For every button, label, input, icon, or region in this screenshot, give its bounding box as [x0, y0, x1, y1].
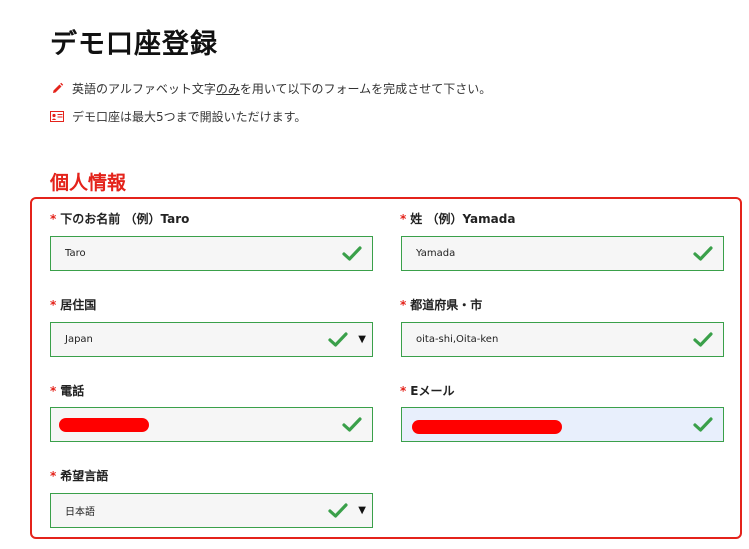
check-icon — [693, 332, 713, 347]
email-label: * Eメール — [400, 382, 454, 399]
check-icon — [693, 417, 713, 432]
first-name-input[interactable]: Taro — [50, 236, 373, 271]
check-icon — [328, 332, 348, 347]
check-icon — [342, 417, 362, 432]
first-name-label: * 下のお名前 （例）Taro — [50, 210, 189, 227]
phone-label-text: 電話 — [60, 384, 85, 398]
city-value: oita-shi,Oita-ken — [416, 334, 499, 345]
pencil-icon — [50, 82, 64, 96]
phone-input[interactable] — [50, 407, 373, 442]
language-label: * 希望言語 — [50, 467, 108, 484]
instruction-note: 英語のアルファベット文字 のみ を用いて以下のフォームを完成させて下さい。 — [50, 80, 491, 97]
required-mark: * — [50, 212, 57, 226]
note-text: デモ口座は最大5つまで開設いただけます。 — [72, 110, 307, 124]
required-mark: * — [400, 298, 407, 312]
email-input[interactable] — [401, 407, 724, 442]
check-icon — [328, 503, 348, 518]
chevron-down-icon[interactable]: ▼ — [358, 334, 366, 345]
country-label-text: 居住国 — [60, 298, 97, 312]
email-label-text: Eメール — [410, 384, 455, 398]
language-select[interactable]: 日本語 ▼ — [50, 493, 373, 528]
phone-label: * 電話 — [50, 382, 84, 399]
required-mark: * — [400, 384, 407, 398]
redaction-mark — [59, 418, 149, 432]
check-icon — [693, 246, 713, 261]
chevron-down-icon[interactable]: ▼ — [358, 505, 366, 516]
note-text-underlined: のみ — [215, 82, 240, 96]
id-card-icon — [50, 110, 64, 124]
section-title-personal-info: 個人情報 — [50, 172, 127, 194]
city-input[interactable]: oita-shi,Oita-ken — [401, 322, 724, 357]
check-icon — [342, 246, 362, 261]
country-select[interactable]: Japan ▼ — [50, 322, 373, 357]
language-label-text: 希望言語 — [60, 469, 109, 483]
note-text-post: を用いて以下のフォームを完成させて下さい。 — [239, 82, 492, 96]
country-label: * 居住国 — [50, 296, 96, 313]
first-name-value: Taro — [65, 248, 86, 259]
last-name-value: Yamada — [416, 248, 456, 259]
last-name-label: * 姓 （例）Yamada — [400, 210, 515, 227]
note-text-pre: 英語のアルファベット文字 — [72, 82, 216, 96]
city-label-text: 都道府県・市 — [410, 298, 483, 312]
required-mark: * — [50, 298, 57, 312]
last-name-input[interactable]: Yamada — [401, 236, 724, 271]
page-title: デモ口座登録 — [50, 29, 218, 60]
country-value: Japan — [65, 334, 93, 345]
account-limit-note: デモ口座は最大5つまで開設いただけます。 — [50, 108, 306, 125]
required-mark: * — [50, 384, 57, 398]
language-value: 日本語 — [65, 507, 95, 518]
required-mark: * — [400, 212, 407, 226]
redaction-mark — [412, 420, 562, 434]
city-label: * 都道府県・市 — [400, 296, 482, 313]
first-name-label-text: 下のお名前 （例）Taro — [60, 212, 190, 226]
last-name-label-text: 姓 （例）Yamada — [410, 212, 516, 226]
required-mark: * — [50, 469, 57, 483]
